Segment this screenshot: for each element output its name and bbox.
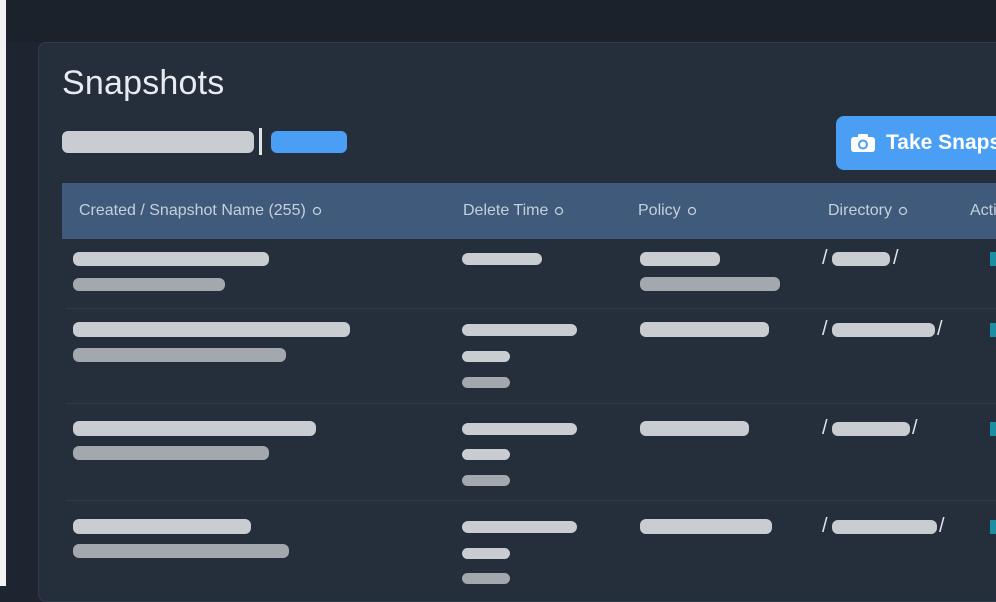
policy-placeholder <box>640 421 749 436</box>
sort-icon <box>898 206 908 215</box>
camera-icon <box>850 133 876 153</box>
search-input-placeholder[interactable] <box>62 131 254 153</box>
snapshot-created-placeholder <box>73 322 350 337</box>
row-action-icon[interactable] <box>990 252 996 266</box>
top-band <box>0 0 996 42</box>
snapshot-name-placeholder <box>73 544 289 558</box>
directory-slash: / <box>822 318 828 340</box>
window-edge <box>0 0 6 586</box>
delete-time-placeholder <box>462 521 577 533</box>
take-snapshot-button[interactable]: Take Snapshot <box>836 116 996 170</box>
directory-slash: / <box>939 515 945 537</box>
snapshot-created-placeholder <box>73 252 269 266</box>
sort-icon <box>687 206 696 215</box>
policy-placeholder <box>640 252 720 266</box>
directory-slash: / <box>822 417 828 439</box>
policy-detail-placeholder <box>640 277 780 291</box>
row-divider <box>66 308 996 309</box>
snapshot-name-placeholder <box>73 446 269 460</box>
row-divider <box>66 500 996 501</box>
directory-slash: / <box>912 417 918 439</box>
column-header-actions: Actions <box>970 202 996 219</box>
table-header: Created / Snapshot Name (255) Delete Tim… <box>62 183 996 239</box>
delete-time-placeholder <box>462 377 510 388</box>
directory-placeholder <box>832 422 910 436</box>
row-action-icon[interactable] <box>990 520 996 534</box>
sort-icon <box>555 206 564 215</box>
delete-time-placeholder <box>462 573 510 584</box>
policy-placeholder <box>640 322 769 337</box>
directory-slash: / <box>822 247 828 269</box>
text-cursor <box>259 128 262 155</box>
column-header-delete-time[interactable]: Delete Time <box>463 183 564 239</box>
delete-time-placeholder <box>462 449 510 460</box>
directory-placeholder <box>832 252 890 266</box>
directory-placeholder <box>832 520 937 534</box>
row-divider <box>66 403 996 404</box>
filter-button-placeholder[interactable] <box>271 131 347 153</box>
directory-slash: / <box>893 247 899 269</box>
row-action-icon[interactable] <box>990 323 996 337</box>
directory-placeholder <box>832 323 935 337</box>
row-action-icon[interactable] <box>990 422 996 436</box>
snapshot-created-placeholder <box>73 519 251 534</box>
column-header-policy[interactable]: Policy <box>638 183 697 239</box>
delete-time-placeholder <box>462 475 510 486</box>
snapshot-created-placeholder <box>73 421 316 436</box>
sort-icon <box>312 206 321 215</box>
directory-slash: / <box>822 515 828 537</box>
snapshot-name-placeholder <box>73 348 286 362</box>
delete-time-placeholder <box>462 423 577 435</box>
delete-time-placeholder <box>462 324 577 336</box>
column-header-created[interactable]: Created / Snapshot Name (255) <box>79 183 322 239</box>
column-header-directory[interactable]: Directory <box>828 183 908 239</box>
delete-time-placeholder <box>462 548 510 559</box>
snapshot-name-placeholder <box>73 278 225 291</box>
page-title: Snapshots <box>62 64 225 102</box>
directory-slash: / <box>937 318 943 340</box>
delete-time-placeholder <box>462 351 510 362</box>
take-snapshot-label: Take Snapshot <box>886 131 996 154</box>
delete-time-placeholder <box>462 253 542 265</box>
policy-placeholder <box>640 519 772 534</box>
